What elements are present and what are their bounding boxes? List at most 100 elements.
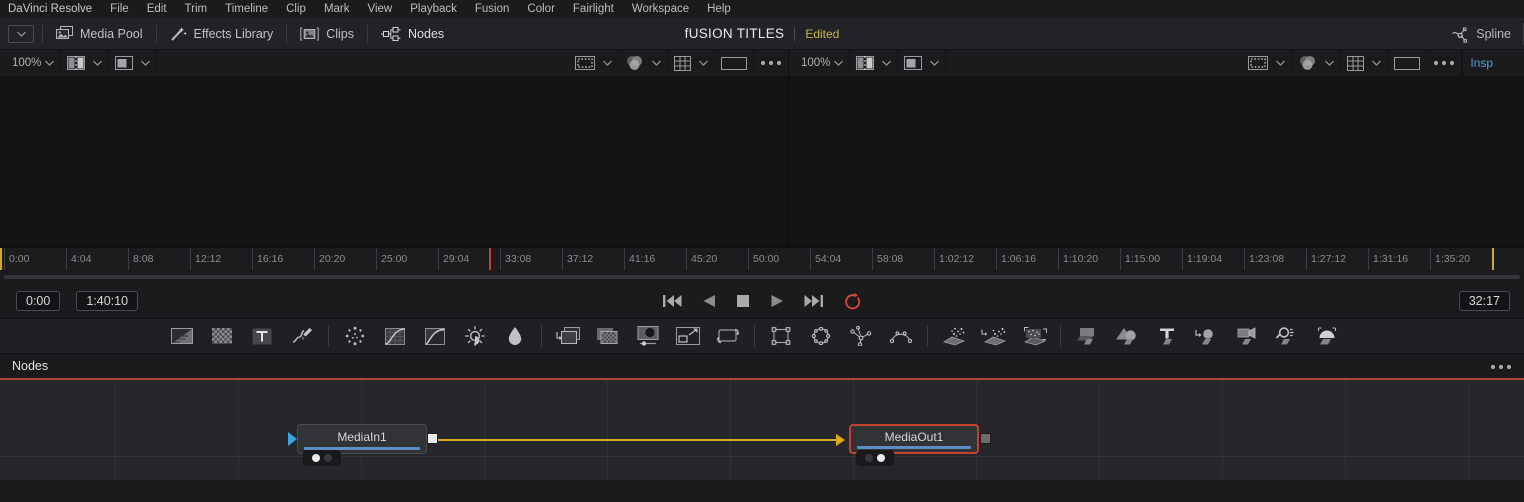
left-viewer-color-control[interactable]	[619, 50, 668, 76]
text-3d-tool-button[interactable]	[1147, 318, 1187, 354]
split-view-icon[interactable]	[67, 56, 86, 70]
more-options-icon[interactable]	[1433, 60, 1455, 66]
grid-icon[interactable]	[674, 55, 691, 71]
polygon-mask-tool-button[interactable]	[841, 318, 881, 354]
chevron-down-icon[interactable]	[691, 60, 708, 66]
mediain1-output-port[interactable]	[427, 433, 438, 444]
chevron-down-icon[interactable]	[834, 60, 844, 66]
chevron-down-icon[interactable]	[85, 60, 103, 66]
particle-emitter-tool-button[interactable]	[934, 318, 974, 354]
shape-3d-tool-button[interactable]	[1107, 318, 1147, 354]
chevron-down-icon[interactable]	[133, 60, 151, 66]
mediaout1-output-port[interactable]	[980, 433, 991, 444]
left-viewer-aspect-button[interactable]	[715, 50, 754, 76]
skip-to-end-button[interactable]	[804, 294, 824, 308]
transform-tool-button[interactable]	[708, 318, 748, 354]
right-viewer-split-control[interactable]	[850, 50, 899, 76]
timeline-ruler[interactable]: 0:00 4:04 8:08 12:12 16:16 20:20 25:00 2…	[0, 247, 1524, 270]
node-connection-line[interactable]	[438, 439, 840, 441]
aspect-ratio-icon[interactable]	[1394, 56, 1421, 71]
current-timecode-field[interactable]: 32:17	[1458, 291, 1510, 311]
camera-3d-tool-button[interactable]	[1227, 318, 1267, 354]
spline-button[interactable]: Spline	[1445, 18, 1523, 49]
chevron-down-icon[interactable]	[8, 24, 34, 43]
left-viewer-grid-control[interactable]	[668, 50, 715, 76]
duration-timecode-field[interactable]: 1:40:10	[76, 291, 139, 311]
gamma-curve-tool-button[interactable]	[415, 318, 455, 354]
image-plane-3d-tool-button[interactable]	[1067, 318, 1107, 354]
loop-button[interactable]	[844, 292, 862, 310]
right-viewer-frame-control[interactable]	[898, 50, 947, 76]
menu-item-help[interactable]: Help	[698, 3, 740, 15]
chevron-down-icon[interactable]	[644, 60, 661, 66]
particle-render-tool-button[interactable]	[974, 318, 1014, 354]
chevron-down-icon[interactable]	[922, 60, 940, 66]
left-viewer-zoom-control[interactable]: 100%	[0, 50, 62, 76]
menu-item-trim[interactable]: Trim	[176, 3, 217, 15]
tab-inspector[interactable]: Insp	[1462, 50, 1500, 76]
right-viewer-zoom-control[interactable]: 100%	[789, 50, 851, 76]
menu-item-edit[interactable]: Edit	[138, 3, 176, 15]
right-viewer-canvas[interactable]	[789, 76, 1524, 247]
media-pool-button[interactable]: Media Pool	[43, 18, 156, 49]
menu-item-fusion[interactable]: Fusion	[466, 3, 519, 15]
bspline-mask-tool-button[interactable]	[881, 318, 921, 354]
start-timecode-field[interactable]: 0:00	[16, 291, 61, 311]
left-viewer-roi-control[interactable]	[569, 50, 619, 76]
noise-tool-button[interactable]	[202, 318, 242, 354]
left-viewer-frame-control[interactable]	[109, 50, 158, 76]
more-options-icon[interactable]	[760, 60, 782, 66]
left-viewer-canvas[interactable]	[0, 76, 789, 247]
region-of-interest-icon[interactable]	[575, 56, 595, 70]
right-viewer-more-button[interactable]	[1427, 50, 1463, 76]
region-of-interest-icon[interactable]	[1248, 56, 1269, 70]
split-view-icon[interactable]	[856, 56, 875, 70]
effects-library-button[interactable]: Effects Library	[157, 18, 287, 49]
frame-view-icon[interactable]	[115, 56, 134, 70]
menu-item-fairlight[interactable]: Fairlight	[564, 3, 623, 15]
frame-view-icon[interactable]	[904, 56, 923, 70]
chevron-down-icon[interactable]	[1317, 60, 1335, 66]
right-viewer-grid-control[interactable]	[1341, 50, 1389, 76]
left-viewer-split-control[interactable]	[61, 50, 110, 76]
text-tool-button[interactable]	[242, 318, 282, 354]
spot-light-tool-button[interactable]	[1267, 318, 1307, 354]
merge-3d-tool-button[interactable]	[1187, 318, 1227, 354]
color-channels-icon[interactable]	[625, 55, 644, 71]
in-point-marker[interactable]	[0, 248, 2, 270]
aspect-ratio-icon[interactable]	[721, 56, 747, 71]
chevron-down-icon[interactable]	[1364, 60, 1382, 66]
menu-app-name[interactable]: DaVinci Resolve	[6, 3, 101, 15]
play-reverse-button[interactable]	[702, 294, 716, 308]
node-graph-canvas[interactable]: MediaIn1 MediaOut1	[0, 380, 1524, 480]
stop-button[interactable]	[736, 294, 750, 308]
chevron-down-icon[interactable]	[595, 60, 612, 66]
menu-item-color[interactable]: Color	[518, 3, 563, 15]
particle-region-tool-button[interactable]	[1014, 318, 1054, 354]
chevron-down-icon[interactable]	[45, 60, 55, 66]
menu-item-workspace[interactable]: Workspace	[623, 3, 698, 15]
renderer-3d-tool-button[interactable]	[1307, 318, 1347, 354]
matte-control-tool-button[interactable]	[628, 318, 668, 354]
play-forward-button[interactable]	[770, 294, 784, 308]
right-viewer-color-control[interactable]	[1292, 50, 1342, 76]
ellipse-mask-tool-button[interactable]	[801, 318, 841, 354]
blur-tool-button[interactable]	[495, 318, 535, 354]
color-channels-icon[interactable]	[1298, 55, 1317, 71]
nodes-panel-more-button[interactable]	[1490, 354, 1512, 380]
skip-to-start-button[interactable]	[662, 294, 682, 308]
mediain1-badge[interactable]	[303, 450, 341, 466]
menu-item-playback[interactable]: Playback	[401, 3, 466, 15]
grid-icon[interactable]	[1347, 55, 1365, 71]
timeline-scrollbar[interactable]	[4, 275, 1520, 279]
mediaout1-badge[interactable]	[856, 450, 894, 466]
rectangle-mask-tool-button[interactable]	[761, 318, 801, 354]
out-point-marker[interactable]	[1492, 248, 1494, 270]
clips-button[interactable]: Clips	[287, 18, 367, 49]
resize-tool-button[interactable]	[668, 318, 708, 354]
playhead[interactable]	[489, 248, 491, 270]
brightness-contrast-tool-button[interactable]	[455, 318, 495, 354]
paint-tool-button[interactable]	[282, 318, 322, 354]
menu-item-timeline[interactable]: Timeline	[216, 3, 277, 15]
chevron-down-icon[interactable]	[874, 60, 892, 66]
